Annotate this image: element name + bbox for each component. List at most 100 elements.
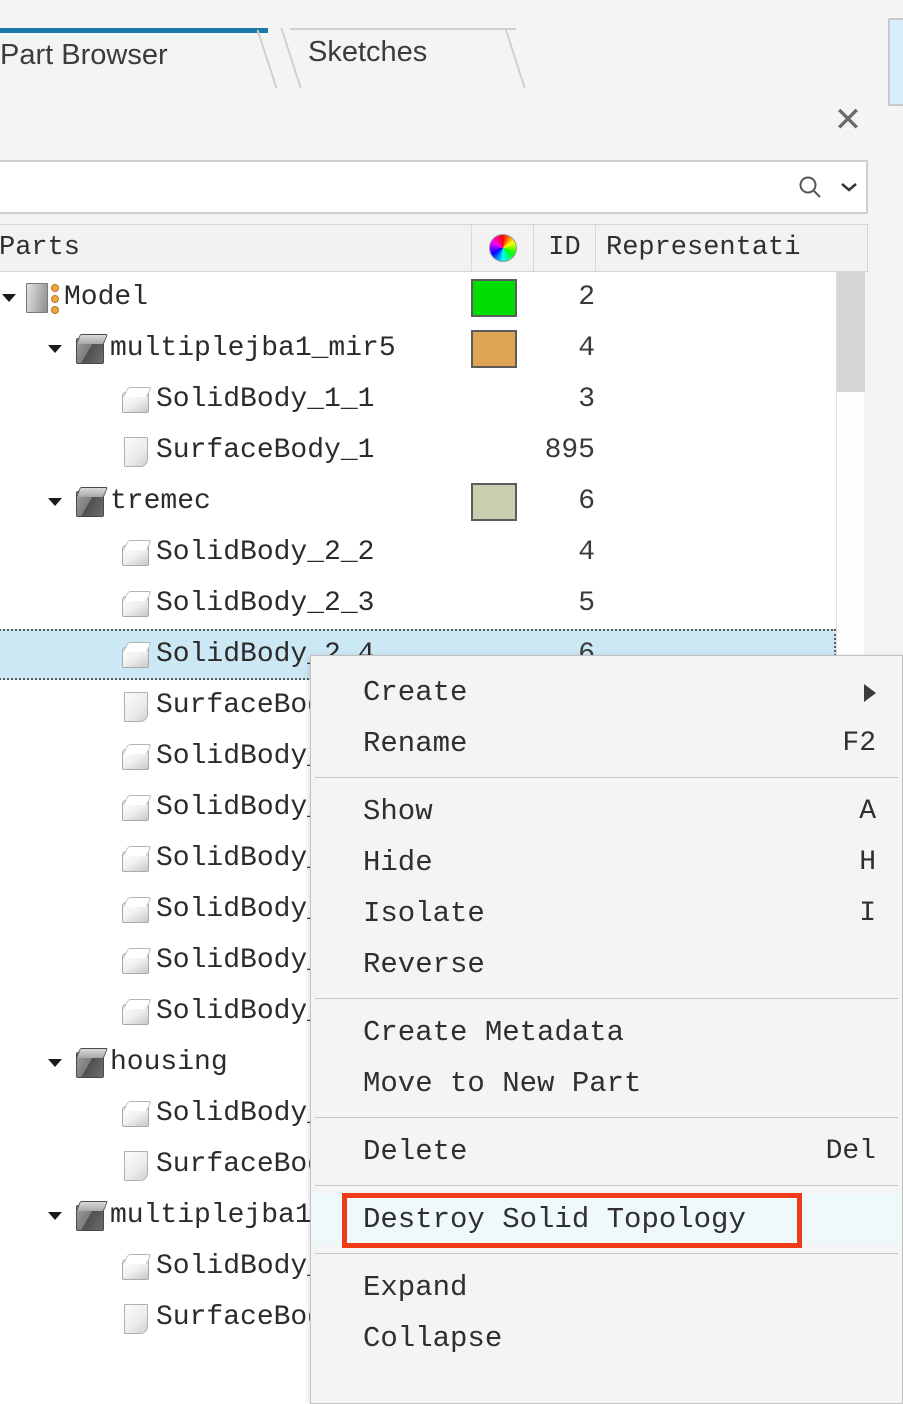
part-icon xyxy=(70,323,108,374)
menu-item-collapse[interactable]: Collapse xyxy=(311,1313,902,1364)
menu-item-label: Reverse xyxy=(363,948,485,981)
menu-item-shortcut: I xyxy=(859,898,876,929)
part-browser-panel: Part Browser Sketches ✕ Parts ID Represe… xyxy=(0,0,903,1404)
menu-item-shortcut: H xyxy=(859,847,876,878)
column-header-parts[interactable]: Parts xyxy=(0,225,472,271)
tree-row-label: tremec xyxy=(110,486,211,517)
tree-row[interactable]: SolidBody_2_3 5 xyxy=(0,578,836,629)
tree-expander-icon[interactable] xyxy=(44,1037,66,1088)
tree-expander-icon[interactable] xyxy=(44,323,66,374)
part-icon xyxy=(70,476,108,527)
submenu-arrow-icon xyxy=(864,683,876,702)
part-icon xyxy=(70,1190,108,1241)
solid-icon xyxy=(116,986,154,1037)
tree-row[interactable]: SolidBody_1_1 3 xyxy=(0,374,836,425)
menu-item-show[interactable]: Show A xyxy=(311,786,902,837)
tree-row-label: Model xyxy=(64,282,149,313)
solid-icon xyxy=(116,578,154,629)
menu-item-shortcut: F2 xyxy=(842,728,876,759)
menu-item-label: Expand xyxy=(363,1271,468,1304)
menu-separator xyxy=(315,1185,898,1186)
menu-item-label: Destroy Solid Topology xyxy=(363,1203,746,1236)
menu-item-label: Collapse xyxy=(363,1322,503,1355)
search-bar[interactable] xyxy=(0,160,868,214)
close-icon[interactable]: ✕ xyxy=(826,98,870,142)
surface-icon xyxy=(116,1292,154,1343)
menu-item-shortcut: Del xyxy=(825,1136,876,1167)
menu-item-isolate[interactable]: Isolate I xyxy=(311,888,902,939)
menu-item-label: Create xyxy=(363,676,468,709)
tree-row-label: SolidBody_2_3 xyxy=(156,588,375,619)
context-menu[interactable]: Create Rename F2 Show A Hide H Isolate I Reverse C… xyxy=(310,655,903,1404)
tree-row[interactable]: multiplejba1_mir5 4 xyxy=(0,323,836,374)
tree-row-label: SolidBody_2_2 xyxy=(156,537,375,568)
tree-column-header: Parts ID Representati xyxy=(0,224,868,272)
tree-row-label: SolidBody_1_1 xyxy=(156,384,375,415)
column-header-representation-label: Representati xyxy=(606,233,801,263)
solid-icon xyxy=(116,629,154,680)
column-header-parts-label: Parts xyxy=(0,233,81,263)
menu-item-label: Hide xyxy=(363,846,433,879)
tree-row-id: 4 xyxy=(578,537,595,568)
solid-icon xyxy=(116,374,154,425)
solid-icon xyxy=(116,935,154,986)
menu-item-shortcut: A xyxy=(859,796,876,827)
menu-item-label: Rename xyxy=(363,727,468,760)
scrollbar-thumb[interactable] xyxy=(837,272,865,392)
menu-separator xyxy=(315,1253,898,1254)
color-swatch[interactable] xyxy=(471,330,517,368)
tab-part-browser-label: Part Browser xyxy=(0,39,168,71)
tree-expander-icon[interactable] xyxy=(0,272,20,323)
menu-item-delete[interactable]: Delete Del xyxy=(311,1126,902,1177)
solid-icon xyxy=(116,1088,154,1139)
tree-row[interactable]: SolidBody_2_2 4 xyxy=(0,527,836,578)
menu-separator xyxy=(315,1117,898,1118)
menu-separator xyxy=(315,777,898,778)
color-wheel-icon xyxy=(488,234,517,262)
tree-row-id: 4 xyxy=(578,333,595,364)
tree-row-label: multiplejba1_mir5 xyxy=(110,333,396,364)
close-glyph: ✕ xyxy=(833,101,863,139)
model-icon xyxy=(24,272,62,323)
menu-item-move-to-new-part[interactable]: Move to New Part xyxy=(311,1058,902,1109)
tab-sketches[interactable]: Sketches xyxy=(290,28,516,88)
tree-expander-icon[interactable] xyxy=(44,1190,66,1241)
color-swatch[interactable] xyxy=(471,279,517,317)
search-input[interactable] xyxy=(0,162,788,212)
menu-separator xyxy=(315,998,898,999)
search-icon[interactable] xyxy=(788,174,832,200)
tree-row-label: SurfaceBody_1 xyxy=(156,435,375,466)
menu-item-label: Delete xyxy=(363,1135,468,1168)
column-header-id[interactable]: ID xyxy=(534,225,596,271)
tree-row[interactable]: SurfaceBody_1 895 xyxy=(0,425,836,476)
panel-edge-button[interactable] xyxy=(888,18,903,106)
column-header-color[interactable] xyxy=(472,225,534,271)
menu-item-rename[interactable]: Rename F2 xyxy=(311,718,902,769)
chevron-down-icon[interactable] xyxy=(832,181,866,193)
menu-item-create-metadata[interactable]: Create Metadata xyxy=(311,1007,902,1058)
menu-item-reverse[interactable]: Reverse xyxy=(311,939,902,990)
tree-row-id: 6 xyxy=(578,486,595,517)
menu-item-label: Isolate xyxy=(363,897,485,930)
column-header-representation[interactable]: Representati xyxy=(596,225,866,271)
menu-item-hide[interactable]: Hide H xyxy=(311,837,902,888)
tree-row-id: 2 xyxy=(578,282,595,313)
tree-row-id: 5 xyxy=(578,588,595,619)
menu-item-destroy-solid-topology[interactable]: Destroy Solid Topology xyxy=(311,1194,902,1245)
tree-row[interactable]: tremec 6 xyxy=(0,476,836,527)
menu-item-expand[interactable]: Expand xyxy=(311,1262,902,1313)
tree-row-label: multiplejba1 xyxy=(110,1200,312,1231)
menu-item-create[interactable]: Create xyxy=(311,667,902,718)
tree-row-id: 895 xyxy=(544,435,595,466)
solid-icon xyxy=(116,731,154,782)
menu-item-label: Move to New Part xyxy=(363,1067,642,1100)
solid-icon xyxy=(116,527,154,578)
part-icon xyxy=(70,1037,108,1088)
tab-bar: Part Browser Sketches xyxy=(0,0,903,88)
solid-icon xyxy=(116,1241,154,1292)
solid-icon xyxy=(116,884,154,935)
tab-part-browser[interactable]: Part Browser xyxy=(0,28,268,88)
tree-expander-icon[interactable] xyxy=(44,476,66,527)
tree-row[interactable]: Model 2 xyxy=(0,272,836,323)
color-swatch[interactable] xyxy=(471,483,517,521)
